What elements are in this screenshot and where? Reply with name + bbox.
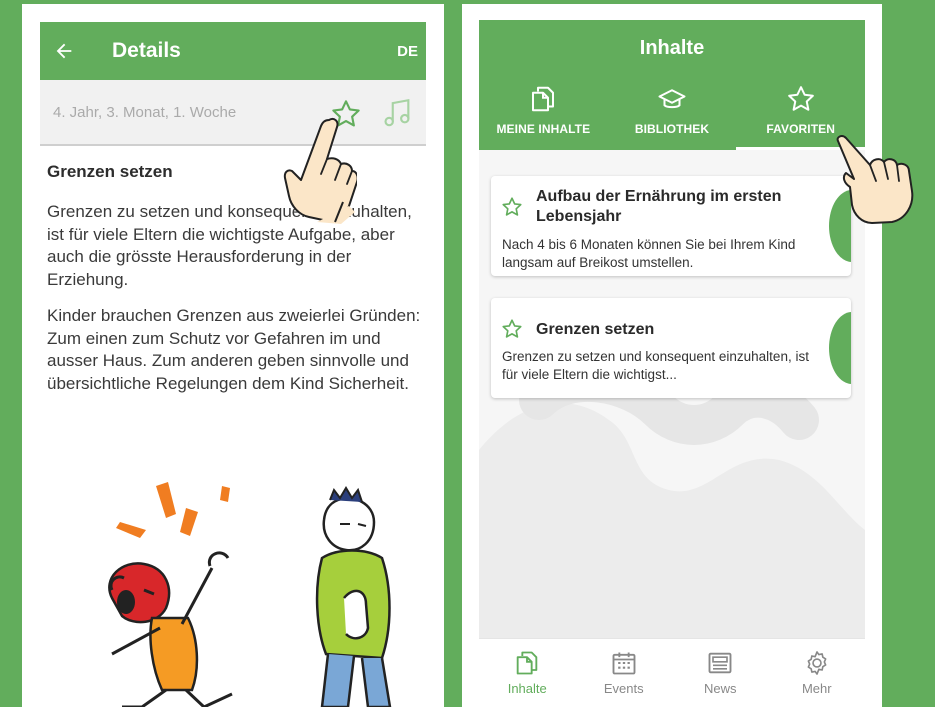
nav-events[interactable]: Events [576,639,673,704]
tab-bibliothek[interactable]: BIBLIOTHEK [608,80,737,150]
card-edge-accent [829,312,851,384]
nav-label: Mehr [801,681,832,696]
tab-label: BIBLIOTHEK [634,122,710,136]
tantrum-illustration [108,482,392,707]
details-screen: Details DE 4. Jahr, 3. Monat, 1. Woche G… [22,4,444,707]
documents-icon [532,86,555,112]
card-title: Aufbau der Ernährung im ersten Lebensjah… [536,188,782,225]
tab-label: FAVORITEN [766,122,836,136]
tab-label: MEINE INHALTE [496,122,591,136]
back-button[interactable] [42,22,86,80]
star-outline-icon [787,86,814,111]
contents-screen: Inhalte MEINE INHALTE BIBLIOTHEK FAVORIT… [462,4,882,707]
graduation-cap-icon [658,89,686,109]
bottom-navigation: Inhalte Events News Mehr [479,638,865,704]
nav-inhalte[interactable]: Inhalte [479,639,576,704]
article-heading: Grenzen setzen [47,162,173,181]
page-title: Details [112,39,181,62]
card-description: Grenzen zu setzen und konsequent einzuha… [502,349,809,382]
newspaper-icon [708,652,732,674]
contents-header: Inhalte MEINE INHALTE BIBLIOTHEK FAVORIT… [479,20,865,150]
nav-label: Inhalte [507,681,547,696]
article-paragraph: Kinder brauchen Grenzen aus zweierlei Gr… [47,306,421,393]
nav-mehr[interactable]: Mehr [769,639,866,704]
star-outline-icon[interactable] [501,196,523,218]
calendar-icon [612,652,636,675]
page-title: Inhalte [639,37,705,59]
nav-news[interactable]: News [672,639,769,704]
article-paragraph: Grenzen zu setzen und konsequent einzuha… [47,202,412,289]
tab-meine-inhalte[interactable]: MEINE INHALTE [479,80,608,150]
pointing-hand-icon [283,117,357,224]
tab-bar: MEINE INHALTE BIBLIOTHEK FAVORITEN [479,80,865,150]
pointing-hand-icon [836,135,914,224]
arrow-left-icon [56,43,72,59]
gear-icon [807,651,827,675]
nav-label: Events [603,681,644,696]
week-bar: 4. Jahr, 3. Monat, 1. Woche [40,80,426,146]
card-description: Nach 4 bis 6 Monaten können Sie bei Ihre… [502,237,796,270]
star-outline-icon[interactable] [501,318,523,340]
article-content: Grenzen setzen Grenzen zu setzen und kon… [47,162,427,409]
favorites-list: Aufbau der Ernährung im ersten Lebensjah… [479,150,865,638]
language-selector[interactable]: DE [397,43,418,60]
screenshot-stage: Details DE 4. Jahr, 3. Monat, 1. Woche G… [0,0,935,707]
nav-label: News [703,681,737,696]
music-note-icon[interactable] [380,96,414,130]
favorite-card[interactable]: Grenzen setzen Grenzen zu setzen und kon… [491,298,851,398]
documents-icon [516,651,538,675]
details-app-bar: Details DE [40,22,426,80]
card-title: Grenzen setzen [536,321,655,338]
favorite-card[interactable]: Aufbau der Ernährung im ersten Lebensjah… [491,176,851,276]
week-label: 4. Jahr, 3. Monat, 1. Woche [53,103,237,121]
